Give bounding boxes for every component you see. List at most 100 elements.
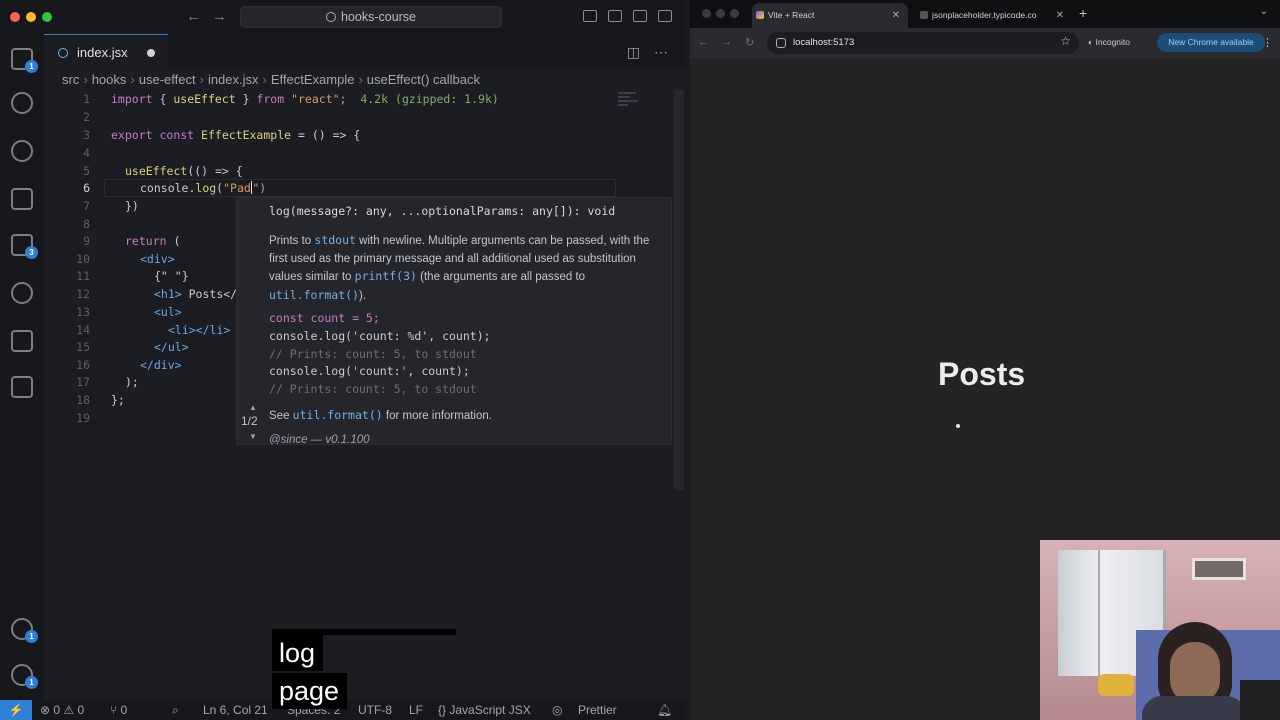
reload-icon[interactable]: ↻	[745, 36, 754, 49]
toggle-sidebar-icon[interactable]	[583, 10, 597, 22]
search-label: hooks-course	[340, 10, 417, 24]
breadcrumb-item[interactable]: useEffect() callback	[367, 72, 480, 87]
editor-scrollbar[interactable]	[674, 90, 684, 490]
editor-actions: ◫ ⋯	[627, 44, 668, 61]
browser-tab-vite[interactable]: Vite + React ✕	[752, 3, 908, 28]
bookmark-star-icon[interactable]: ☆	[1060, 34, 1071, 48]
split-editor-icon[interactable]: ◫	[627, 44, 640, 61]
prettier-status[interactable]: Prettier	[578, 703, 617, 717]
line-number: 11	[76, 269, 90, 283]
minimap[interactable]	[618, 92, 642, 110]
close-tab-icon[interactable]: ✕	[1056, 3, 1064, 28]
tab-search-chevron-icon[interactable]: ⌄	[1260, 6, 1268, 17]
code-line: </div>	[140, 358, 182, 372]
cursor-position[interactable]: Ln 6, Col 21	[203, 703, 268, 717]
screen: ← → hooks-course 1 3 1 1 index.jsx ◫ ⋯ s…	[0, 0, 1280, 720]
minimize-window-button[interactable]	[716, 9, 725, 18]
maximize-window-button[interactable]	[730, 9, 739, 18]
hover-description: Prints to stdout with newline. Multiple …	[269, 233, 650, 302]
site-info-icon[interactable]	[776, 38, 786, 48]
line-number: 3	[83, 128, 90, 142]
breadcrumb-item[interactable]: index.jsx	[208, 72, 259, 87]
chrome-menu-icon[interactable]: ⋮	[1262, 36, 1273, 49]
line-number: 7	[83, 199, 90, 213]
breadcrumb-item[interactable]: EffectExample	[271, 72, 355, 87]
toggle-panel-icon[interactable]	[608, 10, 622, 22]
forward-arrow-icon[interactable]: →	[721, 36, 732, 48]
hover-next-icon[interactable]: ▼	[249, 432, 257, 441]
line-number: 18	[76, 393, 90, 407]
hover-prev-icon[interactable]: ▲	[249, 403, 257, 412]
tab-label: index.jsx	[77, 45, 128, 60]
zoom-search-icon[interactable]: ⌕	[172, 703, 179, 718]
line-number: 2	[83, 110, 90, 124]
code-line: export const EffectExample = () => {	[111, 128, 361, 142]
import-cost-hint: 4.2k (gzipped: 1.9k)	[360, 92, 499, 106]
close-tab-icon[interactable]: ✕	[892, 3, 900, 28]
line-number: 1	[83, 92, 90, 106]
toggle-secondary-sidebar-icon[interactable]	[633, 10, 647, 22]
remote-explorer-icon[interactable]	[11, 376, 33, 398]
url-text: localhost:5173	[793, 37, 855, 48]
browser-tab-jsonplaceholder[interactable]: jsonplaceholder.typicode.co ✕	[916, 3, 1072, 28]
remote-indicator-icon[interactable]: ⚡	[0, 700, 32, 720]
breadcrumb-item[interactable]: use-effect	[139, 72, 196, 87]
docker-icon[interactable]	[11, 330, 33, 352]
close-window-button[interactable]	[702, 9, 711, 18]
copilot-icon[interactable]: ◎	[552, 703, 562, 717]
unsaved-dot-icon[interactable]	[147, 49, 155, 57]
line-number: 10	[76, 252, 90, 266]
search-view-icon[interactable]	[11, 92, 33, 114]
github-icon[interactable]	[11, 282, 33, 304]
line-number: 15	[76, 340, 90, 354]
code-line: return (	[125, 234, 181, 248]
line-number: 8	[83, 217, 90, 231]
incognito-indicator[interactable]: ◐ Incognito	[1088, 37, 1130, 47]
source-control-icon[interactable]	[11, 140, 33, 162]
back-arrow-icon[interactable]: ←	[698, 36, 709, 48]
address-bar[interactable]: localhost:5173 ☆	[767, 32, 1079, 54]
search-icon	[325, 12, 336, 22]
line-number: 19	[76, 411, 90, 425]
command-center-search[interactable]: hooks-course	[240, 6, 502, 28]
minimize-window-button[interactable]	[26, 12, 36, 22]
maximize-window-button[interactable]	[42, 12, 52, 22]
code-line: <li></li>	[168, 323, 231, 337]
tab-index-jsx[interactable]: index.jsx	[44, 34, 168, 69]
manage-badge: 1	[25, 676, 38, 689]
update-chrome-button[interactable]: New Chrome available	[1157, 33, 1265, 52]
code-line: <div>	[140, 252, 175, 266]
hover-since: @since — v0.1.100	[269, 434, 370, 445]
breadcrumb-item[interactable]: src	[62, 72, 79, 87]
code-line: console.log("Pad ")	[140, 181, 267, 195]
extensions-icon[interactable]: 3	[11, 234, 38, 259]
breadcrumb-item[interactable]: hooks	[92, 72, 127, 87]
line-number: 16	[76, 358, 90, 372]
breadcrumb: src › hooks › use-effect › index.jsx › EffectExa…	[62, 72, 480, 87]
accounts-icon[interactable]: 1	[11, 618, 38, 643]
explorer-icon[interactable]: 1	[11, 48, 38, 73]
customize-layout-icon[interactable]	[658, 10, 672, 22]
code-line: })	[125, 199, 139, 213]
problems-count[interactable]: ⊗ 0 ⚠ 0	[40, 703, 84, 717]
close-window-button[interactable]	[10, 12, 20, 22]
more-actions-icon[interactable]: ⋯	[654, 44, 668, 61]
manage-gear-icon[interactable]: 1	[11, 664, 38, 689]
code-line: };	[111, 393, 125, 407]
editor-tabs: index.jsx ◫ ⋯	[44, 34, 686, 69]
line-number: 5	[83, 164, 90, 178]
notifications-bell-icon[interactable]: 🔔︎	[657, 703, 672, 717]
line-number: 6	[83, 181, 90, 195]
ports-count[interactable]: ⑂ 0	[110, 703, 127, 717]
code-line: );	[125, 375, 139, 389]
run-debug-icon[interactable]	[11, 188, 33, 210]
empty-list-bullet	[956, 424, 960, 428]
util-format-link[interactable]: util.format()	[293, 408, 383, 422]
forward-arrow-icon[interactable]: →	[212, 8, 227, 25]
new-tab-icon[interactable]: +	[1079, 5, 1087, 21]
back-arrow-icon[interactable]: ←	[186, 8, 201, 25]
page-favicon-icon	[920, 11, 928, 19]
vite-favicon-icon	[756, 11, 764, 19]
line-number: 17	[76, 375, 90, 389]
code-line: {" "}	[154, 269, 189, 283]
